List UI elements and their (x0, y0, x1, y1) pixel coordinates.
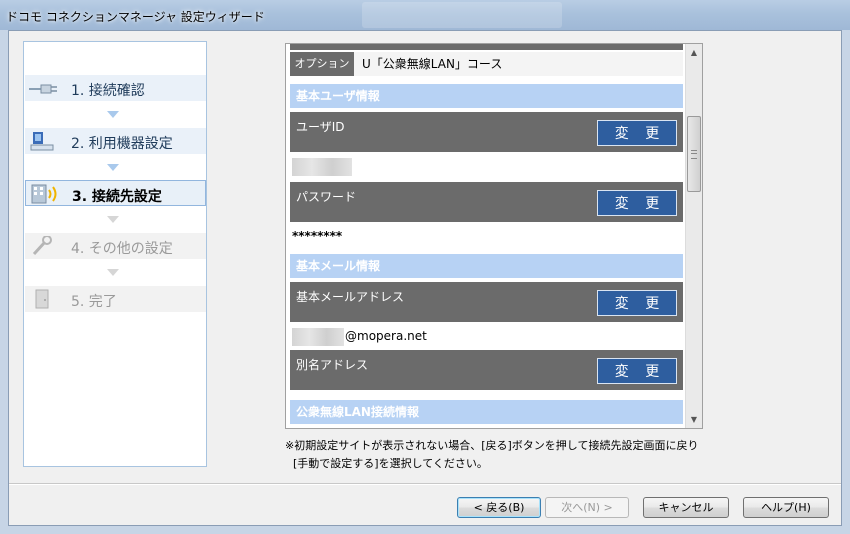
mail-domain: @mopera.net (345, 329, 427, 343)
user-id-field: ユーザID 変 更 (290, 112, 683, 152)
cancel-button[interactable]: キャンセル (643, 497, 729, 518)
step-device-setup: 2. 利用機器設定 (25, 128, 206, 154)
scroll-down-icon[interactable]: ▼ (686, 411, 702, 428)
step-label: 2. 利用機器設定 (71, 136, 173, 152)
computer-device-icon (30, 132, 54, 151)
scrollbar-thumb[interactable] (687, 116, 701, 192)
note-line-2: [手動で設定する]を選択してください。 (293, 457, 488, 470)
option-value: U「公衆無線LAN」コース (354, 52, 683, 76)
change-mail-address-button[interactable]: 変 更 (597, 290, 677, 316)
title-bar: ドコモ コネクションマネージャ 設定ウィザード (0, 0, 850, 30)
wizard-client-area: 1. 接続確認 2. 利用機器設定 3. 接続先設定 4. その他の設定 5. … (8, 30, 842, 526)
step-connection-check: 1. 接続確認 (25, 75, 206, 101)
step-label: 5. 完了 (71, 294, 117, 310)
step-label: 1. 接続確認 (71, 83, 145, 99)
change-password-button[interactable]: 変 更 (597, 190, 677, 216)
step-arrow (107, 216, 119, 223)
clipped-row (290, 44, 683, 50)
user-id-label: ユーザID (296, 120, 345, 134)
step-label: 3. 接続先設定 (72, 189, 162, 205)
step-label: 4. その他の設定 (71, 241, 173, 257)
mail-address-field: 基本メールアドレス 変 更 (290, 282, 683, 322)
step-arrow (107, 164, 119, 171)
step-arrow (107, 111, 119, 118)
option-label: オプション (290, 52, 354, 76)
wizard-steps-panel: 1. 接続確認 2. 利用機器設定 3. 接続先設定 4. その他の設定 5. … (23, 41, 207, 467)
back-button[interactable]: < 戻る(B) (457, 497, 541, 518)
next-button[interactable]: 次へ(N) > (545, 497, 629, 518)
wrench-icon (32, 236, 52, 256)
password-value: ******** (292, 229, 343, 243)
vertical-scrollbar[interactable]: ▲ ▼ (685, 44, 702, 428)
alias-address-label: 別名アドレス (296, 358, 369, 372)
button-separator (9, 483, 841, 485)
step-arrow (107, 269, 119, 276)
user-id-value (290, 152, 683, 180)
option-row: オプション U「公衆無線LAN」コース (290, 52, 683, 76)
password-value-row: ******** (290, 222, 683, 250)
background-window-tab (362, 2, 562, 28)
change-alias-address-button[interactable]: 変 更 (597, 358, 677, 384)
window-title: ドコモ コネクションマネージャ 設定ウィザード (6, 10, 265, 24)
settings-scroll-panel[interactable]: オプション U「公衆無線LAN」コース 基本ユーザ情報 ユーザID 変 更 パス… (285, 43, 703, 429)
building-signal-icon (31, 184, 57, 204)
masked-user-id (292, 158, 352, 176)
cable-plug-icon (29, 84, 57, 94)
step-other-settings: 4. その他の設定 (25, 233, 206, 259)
info-note: ※初期設定サイトが表示されない場合、[戻る]ボタンを押して接続先設定画面に戻り … (285, 437, 698, 473)
door-icon (35, 289, 49, 309)
scroll-up-icon[interactable]: ▲ (686, 44, 702, 61)
section-basic-user-info: 基本ユーザ情報 (290, 84, 683, 108)
grip-icon (691, 150, 697, 159)
note-line-1: ※初期設定サイトが表示されない場合、[戻る]ボタンを押して接続先設定画面に戻り (285, 439, 699, 452)
section-public-wlan-info: 公衆無線LAN接続情報 (290, 400, 683, 424)
step-complete: 5. 完了 (25, 286, 206, 312)
change-user-id-button[interactable]: 変 更 (597, 120, 677, 146)
masked-mail-local-part (292, 328, 344, 346)
help-button[interactable]: ヘルプ(H) (743, 497, 829, 518)
password-label: パスワード (296, 190, 357, 204)
password-field: パスワード 変 更 (290, 182, 683, 222)
section-basic-mail-info: 基本メール情報 (290, 254, 683, 278)
alias-address-field: 別名アドレス 変 更 (290, 350, 683, 390)
mail-address-value-row: @mopera.net (290, 322, 683, 350)
step-destination-setup: 3. 接続先設定 (25, 180, 206, 206)
mail-address-label: 基本メールアドレス (296, 290, 405, 304)
